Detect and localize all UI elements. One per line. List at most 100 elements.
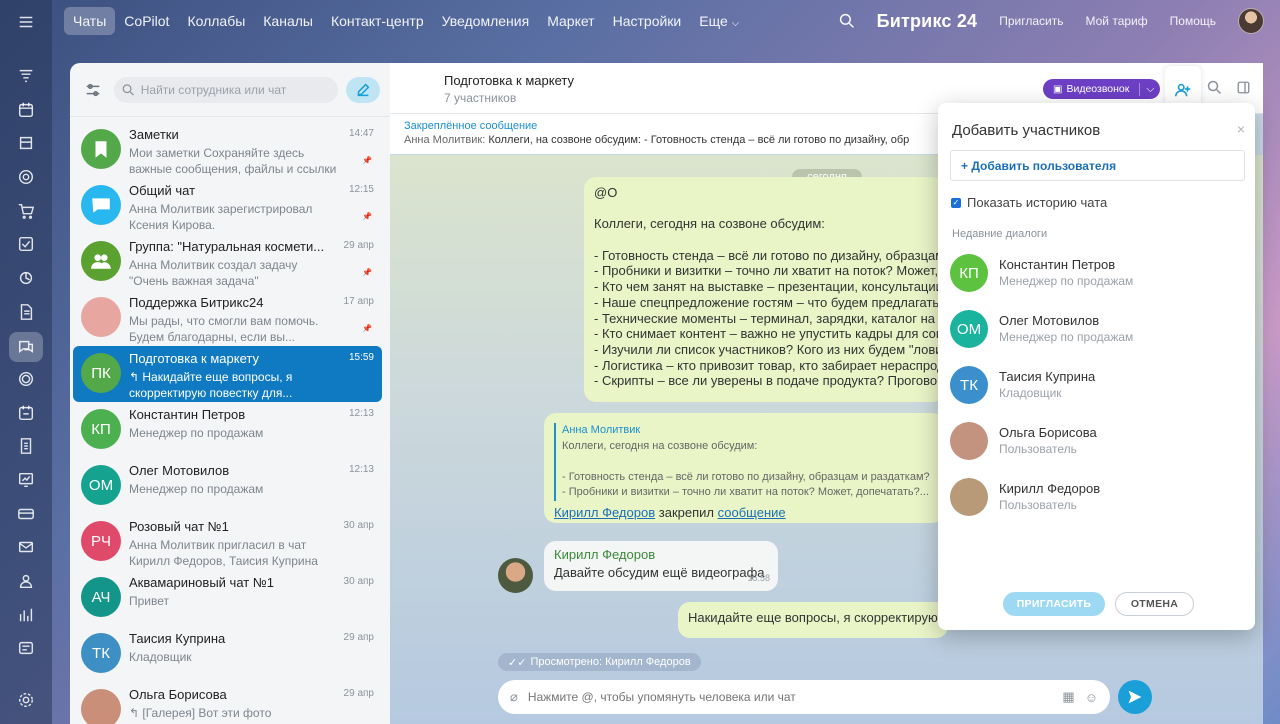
chat-list-item[interactable]: РЧ Розовый чат №1 30 апр Анна Молитвик п… <box>73 514 382 570</box>
menu-copilot[interactable]: CoPilot <box>115 7 178 35</box>
help-link[interactable]: Помощь <box>1170 14 1216 28</box>
chat-avatar: ОМ <box>81 465 121 505</box>
chats-rail-icon[interactable] <box>9 332 43 362</box>
recent-dialog-item[interactable]: Ольга Борисова Пользователь <box>950 417 1250 467</box>
video-call-button[interactable]: ▣ Видеозвонок ⌵ <box>1043 79 1160 99</box>
message-input-bar[interactable]: ⌀ ▦ ☺ <box>498 680 1110 714</box>
sites-icon[interactable] <box>14 367 38 391</box>
history-checkbox[interactable]: ✓ <box>951 197 961 208</box>
target-icon[interactable] <box>14 165 38 189</box>
chat-preview: Менеджер по продажам <box>129 482 264 496</box>
search-input[interactable] <box>140 82 330 97</box>
chat-list-item[interactable]: ТК Таисия Куприна 29 апр Кладовщик <box>73 626 382 682</box>
menu-icon[interactable] <box>14 10 38 34</box>
chat-bubble-icon <box>92 198 110 213</box>
docs-icon[interactable] <box>14 300 38 324</box>
menu-channels[interactable]: Каналы <box>254 7 322 35</box>
attach-icon[interactable]: ⌀ <box>510 689 518 705</box>
show-history-row[interactable]: ✓ Показать историю чата <box>951 195 1107 210</box>
recent-avatar <box>950 478 988 516</box>
new-chat-button[interactable] <box>346 76 380 103</box>
recent-dialog-item[interactable]: Кирилл Федоров Пользователь <box>950 473 1250 523</box>
recent-dialog-item[interactable]: КП Константин Петров Менеджер по продажа… <box>950 249 1250 299</box>
recent-dialog-item[interactable]: ОМ Олег Мотовилов Менеджер по продажам <box>950 305 1250 355</box>
sidebar-toggle-icon[interactable] <box>1236 80 1251 98</box>
filter-icon[interactable] <box>80 77 106 103</box>
tasks-icon[interactable] <box>14 232 38 256</box>
pin-user-link[interactable]: Кирилл Федоров <box>554 505 655 520</box>
analytics-icon[interactable] <box>14 468 38 492</box>
cart-icon[interactable] <box>14 199 38 223</box>
card-icon[interactable] <box>14 502 38 526</box>
brand-logo[interactable]: Битрикс 24 <box>877 11 978 32</box>
search-box[interactable] <box>114 76 338 103</box>
recent-dialog-item[interactable]: ТК Таисия Куприна Кладовщик <box>950 361 1250 411</box>
chat-title[interactable]: Подготовка к маркету <box>444 73 574 88</box>
chat-list-item[interactable]: Общий чат 12:15 Анна Молитвик зарегистри… <box>73 178 382 234</box>
menu-settings[interactable]: Настройки <box>604 7 691 35</box>
chat-time: 14:47 <box>348 128 374 139</box>
user-avatar[interactable] <box>1238 8 1264 34</box>
chat-time: 12:15 <box>348 184 374 195</box>
chat-list-item[interactable]: АЧ Аквамариновый чат №1 30 апр Привет <box>73 570 382 626</box>
chat-list: Заметки 14:47 Мои заметки Сохраняйте зде… <box>70 120 390 724</box>
crm-icon[interactable] <box>14 636 38 660</box>
add-user-input[interactable]: + Добавить пользователя <box>950 150 1245 181</box>
chat-list-item[interactable]: КП Константин Петров 12:13 Менеджер по п… <box>73 402 382 458</box>
message-input[interactable] <box>527 690 1053 704</box>
show-history-label: Показать историю чата <box>967 195 1108 210</box>
menu-more[interactable]: Еще ⌵ <box>690 7 748 35</box>
search-icon[interactable] <box>839 13 855 29</box>
contacts-icon[interactable] <box>14 569 38 593</box>
chat-preview: Анна Молитвик зарегистрировал Ксения Кир… <box>129 202 313 232</box>
recent-role: Пользователь <box>999 442 1077 456</box>
apps-grid-icon[interactable]: ▦ <box>1062 689 1074 705</box>
close-icon[interactable]: × <box>1237 121 1245 137</box>
video-camera-icon: ▣ <box>1053 83 1063 95</box>
menu-contact-center[interactable]: Контакт-центр <box>322 7 433 35</box>
menu-market[interactable]: Маркет <box>538 7 603 35</box>
tariff-link[interactable]: Мой тариф <box>1086 14 1148 28</box>
chat-preview: ↰ Накидайте еще вопросы, я скорректирую … <box>129 370 293 400</box>
calendar-icon[interactable] <box>14 98 38 122</box>
cancel-button[interactable]: ОТМЕНА <box>1115 592 1194 616</box>
kirill-avatar[interactable] <box>498 558 533 593</box>
add-user-icon <box>1174 83 1191 97</box>
drive-icon[interactable] <box>14 131 38 155</box>
chat-preview: Кладовщик <box>129 650 192 664</box>
feed-icon[interactable] <box>14 64 38 88</box>
message-own[interactable]: Накидайте еще вопросы, я скорректирую п <box>678 602 948 638</box>
invite-link[interactable]: Пригласить <box>999 14 1063 28</box>
pinned-message-link[interactable]: сообщение <box>718 505 786 520</box>
chat-avatar[interactable]: ПК <box>403 71 437 105</box>
chat-list-item[interactable]: Группа: "Натуральная космети... 29 апр А… <box>73 234 382 290</box>
document-icon[interactable] <box>14 434 38 458</box>
pinned-message-bar[interactable]: Закреплённое сообщение Анна Молитвик: Ко… <box>390 114 950 154</box>
pinned-text: Коллеги, на созвоне обсудим: - Готовност… <box>488 134 910 146</box>
send-button[interactable] <box>1118 680 1152 714</box>
chat-members-count[interactable]: 7 участников <box>444 91 516 105</box>
seen-status-text: Просмотрено: Кирилл Федоров <box>530 656 691 668</box>
chat-search-icon[interactable] <box>1207 80 1222 98</box>
menu-chats[interactable]: Чаты <box>64 7 116 35</box>
menu-collabs[interactable]: Коллабы <box>178 7 254 35</box>
chat-title: Группа: "Натуральная космети... <box>129 239 325 254</box>
menu-notifications[interactable]: Уведомления <box>433 7 539 35</box>
mail-icon[interactable] <box>14 535 38 559</box>
settings-gear-icon[interactable] <box>14 688 38 712</box>
message-agenda[interactable]: @О Коллеги, сегодня на созвоне обсудим: - … <box>584 177 944 402</box>
chat-time: 30 апр <box>343 520 374 531</box>
reports-icon[interactable] <box>14 603 38 627</box>
message-kirill[interactable]: Кирилл Федоров Давайте обсудим ещё видео… <box>544 541 778 591</box>
invite-button[interactable]: ПРИГЛАСИТЬ <box>1003 592 1105 616</box>
chat-list-item[interactable]: Поддержка Битрикс24 17 апр Мы рады, что … <box>73 290 382 346</box>
chat-list-item[interactable]: ОМ Олег Мотовилов 12:13 Менеджер по прод… <box>73 458 382 514</box>
chat-title: Константин Петров <box>129 407 246 422</box>
chat-list-item[interactable]: Заметки 14:47 Мои заметки Сохраняйте зде… <box>73 122 382 178</box>
emoji-icon[interactable]: ☺ <box>1085 690 1098 705</box>
booking-icon[interactable] <box>14 401 38 425</box>
chat-list-item[interactable]: ПК Подготовка к маркету 15:59 ↰ Накидайт… <box>73 346 382 402</box>
chat-list-item[interactable]: Ольга Борисова 29 апр ↰ [Галерея] Вот эт… <box>73 682 382 724</box>
flow-icon[interactable] <box>14 266 38 290</box>
chat-title: Розовый чат №1 <box>129 519 229 534</box>
